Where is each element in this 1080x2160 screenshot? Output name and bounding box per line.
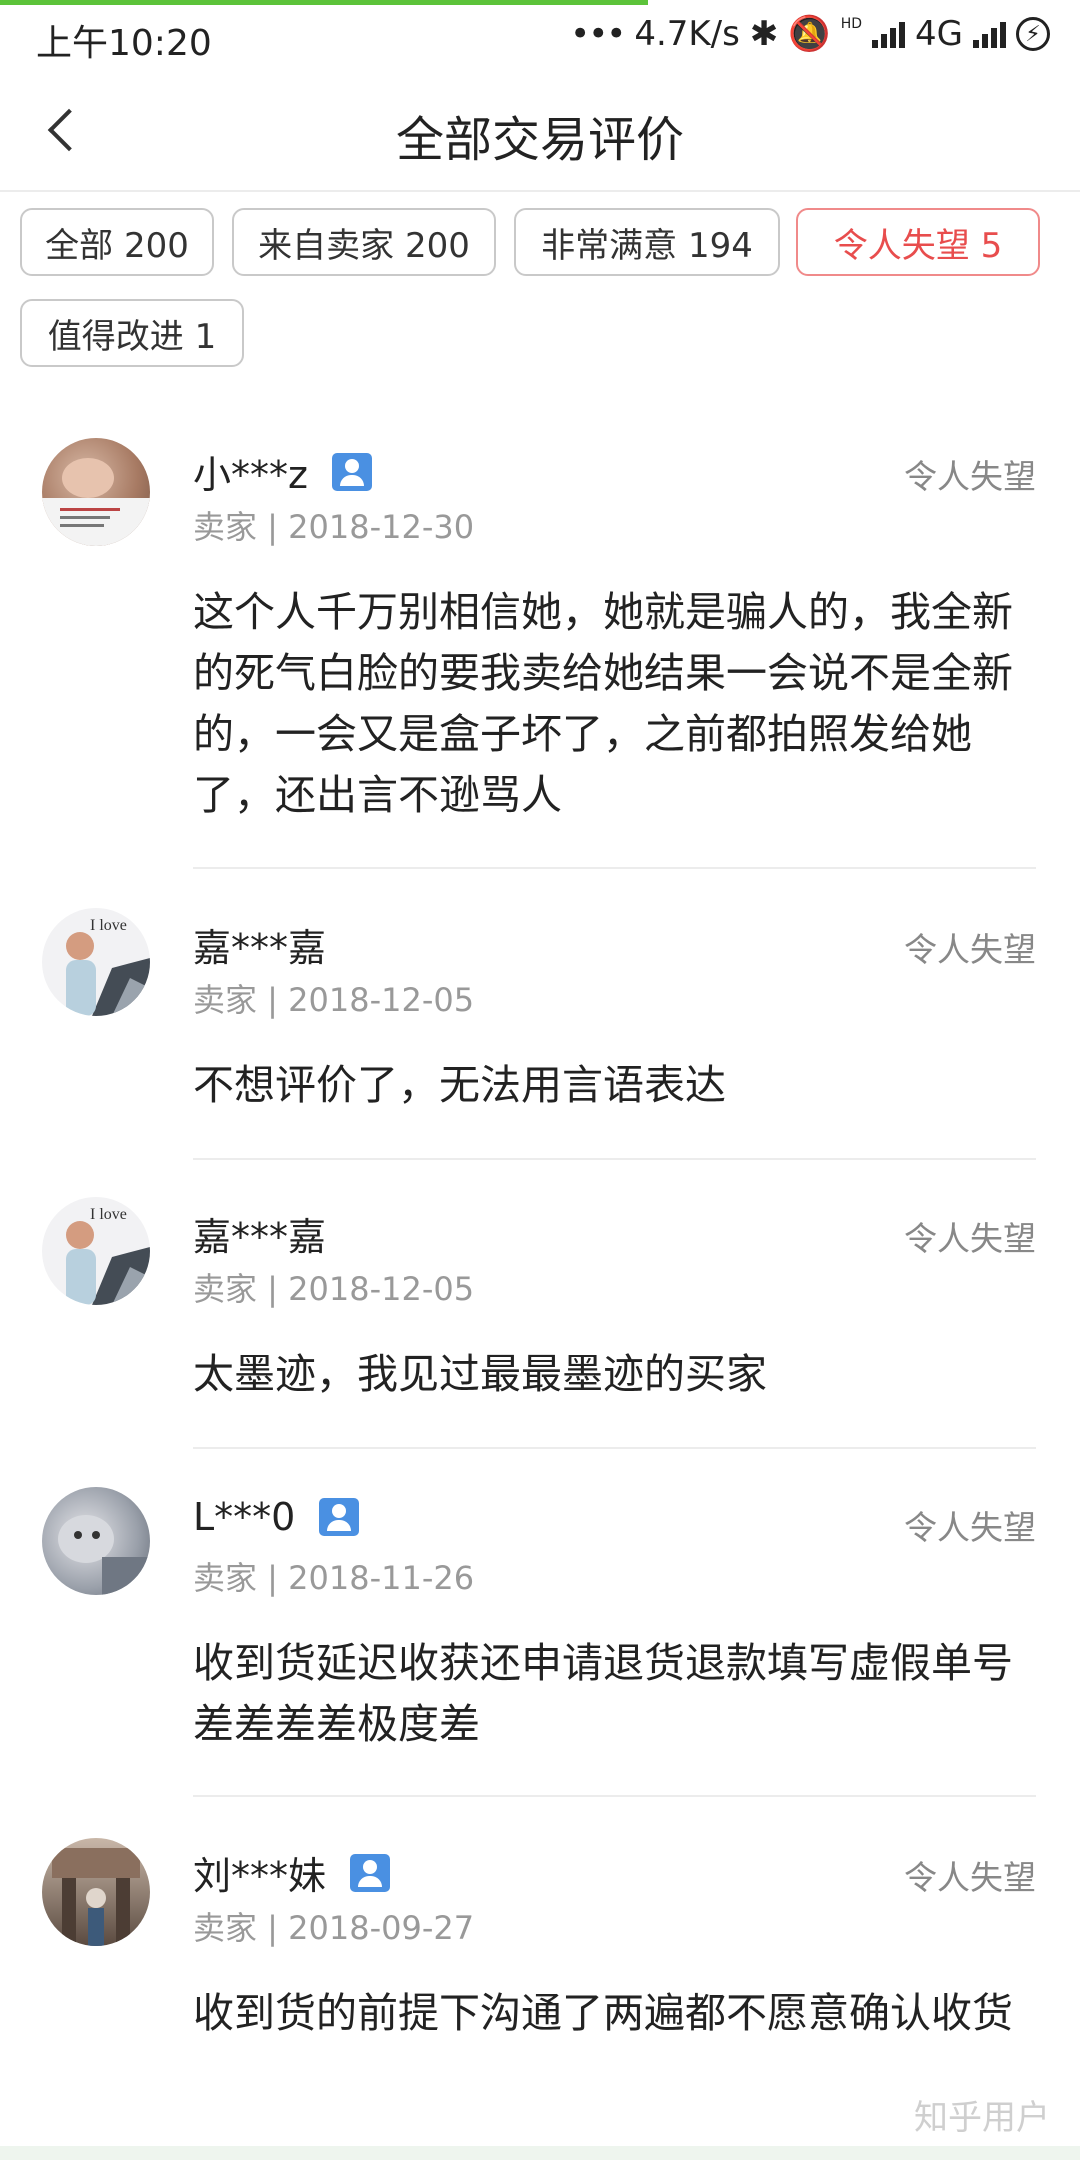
avatar-image: I love xyxy=(66,1206,150,1305)
filter-very-satisfied[interactable]: 非常满意 194 xyxy=(514,208,780,276)
reviewer-name-row: 刘***妹 xyxy=(193,1845,391,1900)
review-meta: 卖家 | 2018-09-27 xyxy=(193,1909,475,1947)
rating-tag: 令人失望 xyxy=(904,1858,1036,1897)
review-meta: 卖家 | 2018-12-30 xyxy=(193,508,475,546)
avatar-image xyxy=(42,458,150,546)
reviewer-name: 嘉***嘉 xyxy=(193,1215,327,1259)
rating-tag: 令人失望 xyxy=(904,930,1036,969)
review-text: 这个人千万别相信她，她就是骗人的，我全新的死气白脸的要我卖给她结果一会说不是全新… xyxy=(193,588,1013,819)
filter-from-seller[interactable]: 来自卖家 200 xyxy=(232,208,496,276)
avatar[interactable] xyxy=(42,1838,150,1946)
network-type: 4G xyxy=(915,14,963,54)
filter-all[interactable]: 全部 200 xyxy=(20,208,214,276)
navigation-bar: 全部交易评价 xyxy=(0,70,1080,192)
signal-icon xyxy=(872,20,906,48)
status-indicators: ••• 4.7K/s ✱ 🔕 HD 4G ⚡ xyxy=(570,12,1050,56)
review-text: 不想评价了，无法用言语表达 xyxy=(193,1061,726,1109)
rating-tag: 令人失望 xyxy=(904,1219,1036,1258)
more-notifications-icon: ••• xyxy=(570,14,626,54)
avatar-caption: I love xyxy=(90,1206,127,1223)
battery-charging-icon: ⚡ xyxy=(1016,17,1050,51)
review-text: 收到货延迟收获还申请退货退款填写虚假单号差差差差极度差 xyxy=(193,1639,1013,1748)
divider xyxy=(193,1447,1036,1449)
avatar[interactable] xyxy=(42,1487,150,1595)
avatar-image xyxy=(52,1848,140,1946)
review-meta: 卖家 | 2018-11-26 xyxy=(193,1559,475,1597)
status-bar: 上午10:20 ••• 4.7K/s ✱ 🔕 HD 4G ⚡ xyxy=(0,0,1080,70)
bluetooth-icon: ✱ xyxy=(749,14,779,54)
network-speed: 4.7K/s xyxy=(634,14,740,54)
review-meta: 卖家 | 2018-12-05 xyxy=(193,1270,475,1308)
filter-needs-improvement[interactable]: 值得改进 1 xyxy=(20,299,244,367)
hd-label: HD xyxy=(840,16,863,32)
review-text: 收到货的前提下沟通了两遍都不愿意确认收货 xyxy=(193,1989,1013,2037)
status-time: 上午10:20 xyxy=(36,23,212,64)
verified-user-icon xyxy=(331,452,372,491)
reviewer-name-row: 嘉***嘉 xyxy=(193,1206,326,1261)
watermark: 知乎用户 xyxy=(914,2098,1050,2138)
avatar-image xyxy=(58,1515,150,1595)
page-title: 全部交易评价 xyxy=(395,112,684,168)
reviewer-name: L***0 xyxy=(193,1495,296,1539)
divider xyxy=(193,867,1036,869)
reviewer-name-row: 嘉***嘉 xyxy=(193,917,326,972)
divider xyxy=(193,1795,1036,1797)
mute-bell-icon: 🔕 xyxy=(788,14,831,54)
avatar-caption: I love xyxy=(90,917,127,934)
review-meta: 卖家 | 2018-12-05 xyxy=(193,981,475,1019)
reviewer-name: 小***z xyxy=(193,453,308,497)
reviewer-name: 嘉***嘉 xyxy=(193,926,327,970)
rating-tag: 令人失望 xyxy=(904,457,1036,496)
avatar[interactable]: I love xyxy=(42,908,150,1016)
verified-user-icon xyxy=(350,1853,391,1892)
rating-tag: 令人失望 xyxy=(904,1508,1036,1547)
avatar-image: I love xyxy=(66,917,150,1016)
reviewer-name: 刘***妹 xyxy=(193,1854,327,1898)
bottom-strip xyxy=(0,2146,1080,2160)
avatar[interactable] xyxy=(42,438,150,546)
avatar[interactable]: I love xyxy=(42,1197,150,1305)
signal-icon-2 xyxy=(973,20,1006,48)
reviewer-name-row: L***0 xyxy=(193,1495,360,1539)
verified-user-icon xyxy=(319,1498,360,1536)
divider xyxy=(193,1158,1036,1160)
filter-disappointing[interactable]: 令人失望 5 xyxy=(796,208,1040,276)
review-text: 太墨迹，我见过最最墨迹的买家 xyxy=(193,1350,767,1398)
reviewer-name-row: 小***z xyxy=(193,444,372,499)
